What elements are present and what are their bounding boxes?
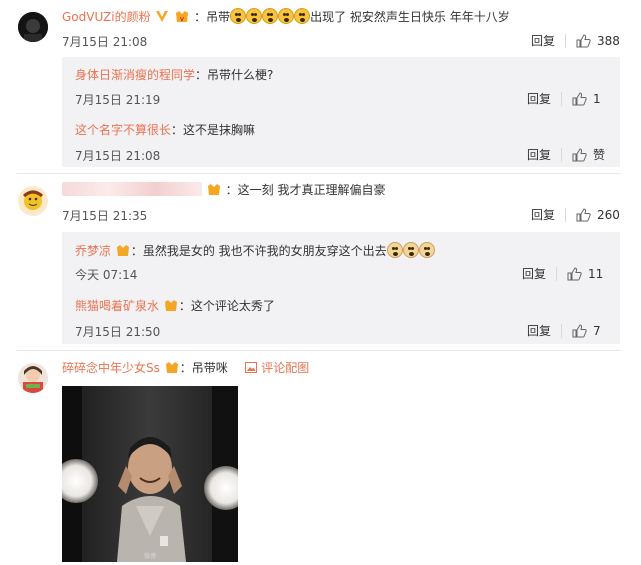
blurred-username[interactable] — [62, 182, 202, 196]
reply-username[interactable]: 身体日渐消瘦的程同学 — [75, 68, 195, 82]
thumbs-up-icon[interactable] — [576, 207, 591, 222]
reply-button[interactable]: 回复 — [527, 322, 551, 339]
divider — [556, 266, 558, 281]
thumbs-up-icon[interactable] — [572, 147, 587, 162]
reply-button[interactable]: 回复 — [522, 265, 546, 282]
vip-badge-icon: v — [176, 11, 189, 23]
comment-item: ：这一刻 我才真正理解偏自豪 7月15日 21:35 回复 260 乔梦凉 ：虽… — [0, 174, 641, 344]
reply-text: ：这个评论太秀了 — [178, 299, 275, 313]
scared-emoji-icon — [262, 8, 279, 24]
like-count[interactable]: 11 — [588, 267, 603, 281]
like-count[interactable]: 1 — [593, 92, 601, 106]
reply-button[interactable]: 回复 — [531, 206, 555, 223]
divider — [561, 323, 563, 338]
reply-list: 乔梦凉 ：虽然我是女的 我也不许我的女朋友穿这个出去 今天 07:14 回复 1… — [62, 232, 620, 344]
like-count[interactable]: 260 — [597, 208, 620, 222]
reply-time: 7月15日 21:08 — [75, 149, 161, 163]
reply-button[interactable]: 回复 — [531, 32, 555, 49]
comment-item: GodVUZi的颜粉 v ：吊带 出现了 祝安然声生日快乐 年年十八岁 7月15日… — [0, 0, 641, 180]
divider — [565, 207, 567, 222]
reply-text: ：这不是抹胸嘛 — [171, 123, 256, 137]
comment-image-link[interactable]: 评论配图 — [261, 361, 309, 375]
vip-badge-icon — [165, 362, 178, 373]
svg-text:v: v — [180, 15, 184, 23]
reply-text: ：吊带什么梗? — [195, 68, 274, 82]
like-button-label[interactable]: 赞 — [593, 146, 605, 163]
reply-time: 7月15日 21:19 — [75, 93, 161, 107]
comment-text: ：这一刻 我才真正理解偏自豪 — [225, 183, 386, 197]
like-count[interactable]: 388 — [597, 34, 620, 48]
divider — [565, 33, 567, 48]
comment-username[interactable]: 碎碎念中年少女Ss — [62, 361, 160, 375]
divider — [561, 91, 563, 106]
reply-time: 今天 07:14 — [75, 268, 138, 282]
scared-emoji-icon — [294, 8, 311, 24]
avatar[interactable] — [18, 12, 48, 42]
avatar[interactable] — [18, 186, 48, 216]
comment-time: 7月15日 21:08 — [62, 35, 148, 49]
vip-badge-icon — [116, 245, 129, 256]
reply-username[interactable]: 乔梦凉 — [75, 244, 111, 258]
verified-v-icon — [156, 11, 169, 22]
thumbs-up-icon[interactable] — [572, 323, 587, 338]
reply-username[interactable]: 熊猫喝着矿泉水 — [75, 299, 159, 313]
doge-emoji-icon — [386, 242, 403, 258]
divider — [561, 147, 563, 162]
scared-emoji-icon — [246, 8, 263, 24]
comment-time: 7月15日 21:35 — [62, 209, 148, 223]
reply-button[interactable]: 回复 — [527, 146, 551, 163]
comment-text: ：吊带 出现了 祝安然声生日快乐 年年十八岁 — [194, 8, 510, 24]
comment-username[interactable]: GodVUZi的颜粉 — [62, 10, 151, 24]
svg-text:微博: 微博 — [144, 552, 156, 560]
thumbs-up-icon[interactable] — [576, 33, 591, 48]
reply-username[interactable]: 这个名字不算很长 — [75, 123, 171, 137]
vip-badge-icon — [164, 300, 177, 311]
scared-emoji-icon — [278, 8, 295, 24]
reply-button[interactable]: 回复 — [527, 90, 551, 107]
avatar[interactable] — [18, 363, 48, 393]
doge-emoji-icon — [418, 242, 435, 258]
comment-text: ：吊带咪 — [179, 361, 228, 375]
vip-badge-icon — [207, 184, 220, 195]
image-icon[interactable] — [245, 362, 258, 373]
scared-emoji-icon — [230, 8, 247, 24]
reply-time: 7月15日 21:50 — [75, 325, 161, 339]
thumbs-up-icon[interactable] — [572, 91, 587, 106]
reply-text: ：虽然我是女的 我也不许我的女朋友穿这个出去 — [130, 244, 387, 258]
doge-emoji-icon — [402, 242, 419, 258]
thumbs-up-icon[interactable] — [567, 266, 582, 281]
reply-list: 身体日渐消瘦的程同学：吊带什么梗? 7月15日 21:19 回复 1 这个名字不… — [62, 57, 620, 167]
comment-photo[interactable]: 微博 — [62, 386, 238, 562]
like-count[interactable]: 7 — [593, 324, 601, 338]
